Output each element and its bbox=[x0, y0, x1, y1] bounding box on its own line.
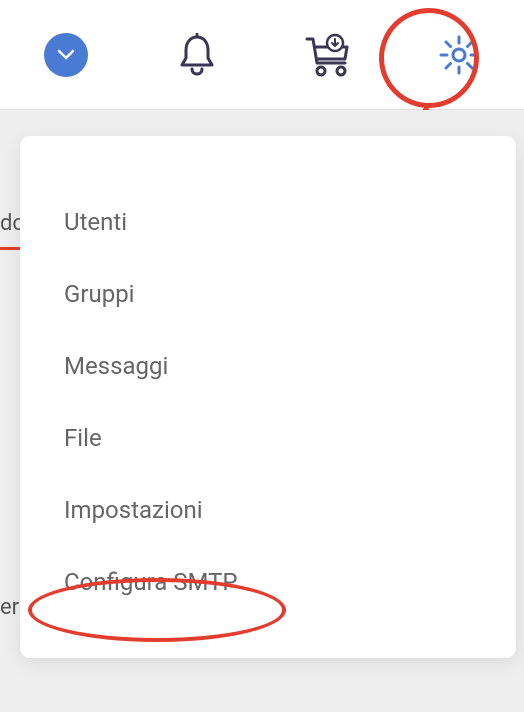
chevron-down-icon bbox=[44, 33, 88, 77]
notifications-button[interactable] bbox=[169, 27, 225, 83]
gear-icon bbox=[438, 34, 480, 76]
bell-icon bbox=[177, 33, 217, 77]
menu-item-messages[interactable]: Messaggi bbox=[20, 330, 516, 402]
downloads-cart-button[interactable] bbox=[300, 27, 356, 83]
menu-item-settings[interactable]: Impostazioni bbox=[20, 474, 516, 546]
dropdown-toggle[interactable] bbox=[38, 27, 94, 83]
menu-item-groups[interactable]: Gruppi bbox=[20, 258, 516, 330]
menu-item-files[interactable]: File bbox=[20, 402, 516, 474]
partial-side-text: er bbox=[0, 595, 19, 620]
top-toolbar bbox=[0, 0, 524, 110]
settings-dropdown-menu: Utenti Gruppi Messaggi File Impostazioni… bbox=[20, 136, 516, 658]
settings-gear-button[interactable] bbox=[431, 27, 487, 83]
partial-tab-fragment: do bbox=[0, 200, 20, 250]
cart-download-icon bbox=[305, 33, 351, 77]
menu-item-users[interactable]: Utenti bbox=[20, 186, 516, 258]
menu-item-configure-smtp[interactable]: Configura SMTP bbox=[20, 546, 516, 618]
